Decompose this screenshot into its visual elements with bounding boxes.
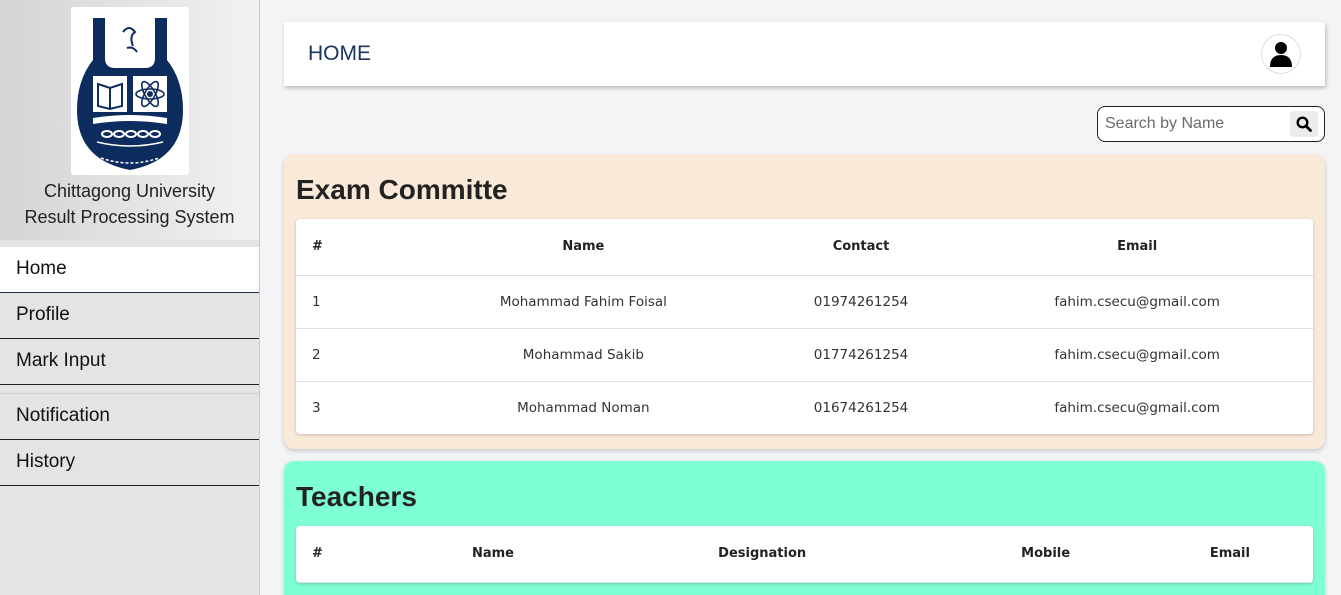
row-name: Mohammad Noman [517, 399, 650, 416]
column-header-designation: Designation [579, 526, 945, 583]
row-index: 2 [296, 328, 406, 382]
sidebar-item-notification[interactable]: Notification [0, 394, 259, 440]
teachers-table-wrap: # Name Designation Mobile Email [296, 526, 1313, 583]
sidebar-nav: Home Profile Mark Input Notification His… [0, 247, 259, 486]
table-row: 1 Mohammad Fahim Foisal 01974261254 fahi… [296, 275, 1313, 329]
row-email: fahim.csecu@gmail.com [1054, 399, 1220, 416]
teachers-card: Teachers # Name Designation Mobile Email [284, 461, 1325, 595]
row-index: 3 [312, 399, 321, 416]
row-email: fahim.csecu@gmail.com [961, 275, 1313, 329]
logo-emblem-icon [76, 18, 183, 170]
search-box [1097, 106, 1325, 142]
teachers-title: Teachers [296, 481, 417, 512]
column-header-index: # [296, 526, 406, 583]
sidebar: Chittagong University Result Processing … [0, 0, 260, 595]
column-header-mobile: Mobile [944, 526, 1147, 583]
brand-name: Chittagong University Result Processing … [0, 178, 259, 230]
sidebar-item-mark-input[interactable]: Mark Input [0, 339, 259, 385]
user-icon [1270, 42, 1292, 67]
row-contact: 01974261254 [760, 275, 962, 329]
exam-committee-card: Exam Committe # Name Contact Email 1 Moh… [284, 154, 1325, 449]
top-header: HOME [284, 22, 1325, 86]
exam-committee-table-wrap: # Name Contact Email 1 Mohammad Fahim Fo… [296, 219, 1313, 434]
table-row: 3 Mohammad Noman 01674261254 fahim.csecu… [296, 381, 1313, 434]
column-header-index: # [296, 219, 406, 276]
brand: Chittagong University Result Processing … [0, 0, 259, 240]
university-logo[interactable] [70, 7, 189, 175]
row-name: Mohammad Sakib [406, 328, 761, 382]
row-email: fahim.csecu@gmail.com [961, 328, 1313, 382]
exam-committee-title: Exam Committe [296, 174, 508, 205]
search-icon [1296, 116, 1312, 132]
row-contact: 01774261254 [760, 328, 962, 382]
search-button[interactable] [1290, 111, 1318, 137]
teachers-table: # Name Designation Mobile Email [296, 526, 1313, 583]
row-name: Mohammad Fahim Foisal [406, 275, 761, 329]
page-title: HOME [308, 42, 371, 65]
nav-divider [0, 385, 259, 394]
table-header-row: # Name Contact Email [296, 219, 1313, 276]
table-row: 2 Mohammad Sakib 01774261254 fahim.csecu… [296, 328, 1313, 382]
column-header-name: Name [406, 219, 761, 276]
search-input[interactable] [1105, 113, 1285, 135]
sidebar-item-history[interactable]: History [0, 440, 259, 486]
table-header-row: # Name Designation Mobile Email [296, 526, 1313, 583]
exam-committee-table: # Name Contact Email 1 Mohammad Fahim Fo… [296, 219, 1313, 434]
avatar[interactable] [1261, 34, 1301, 74]
sidebar-item-profile[interactable]: Profile [0, 293, 259, 339]
column-header-email: Email [961, 219, 1313, 276]
brand-line-2: Result Processing System [24, 207, 235, 227]
row-index: 1 [296, 275, 406, 329]
row-contact: 01674261254 [813, 399, 909, 416]
column-header-email: Email [1146, 526, 1313, 583]
column-header-name: Name [406, 526, 580, 583]
column-header-contact: Contact [760, 219, 962, 276]
brand-line-1: Chittagong University [43, 181, 216, 201]
sidebar-item-home[interactable]: Home [0, 247, 259, 293]
